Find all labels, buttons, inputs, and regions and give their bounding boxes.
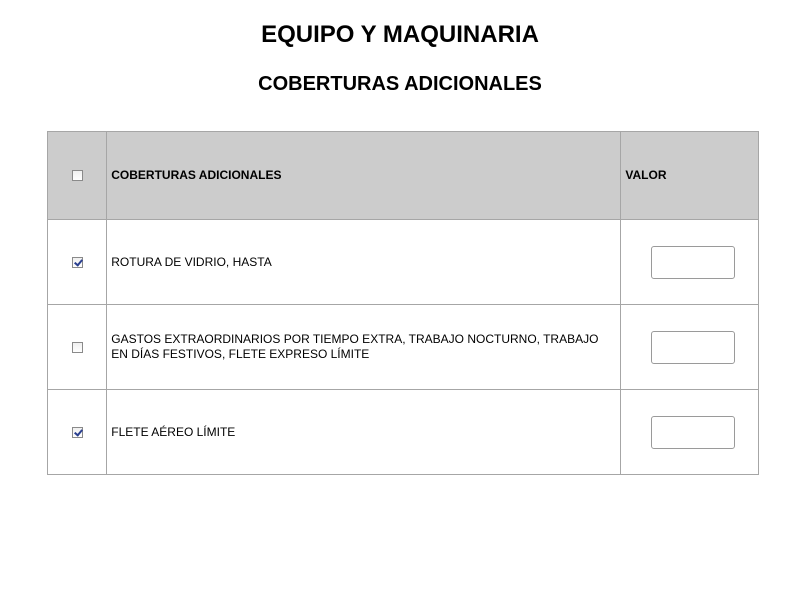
page-subtitle: COBERTURAS ADICIONALES xyxy=(258,73,542,95)
value-cell xyxy=(620,304,759,390)
page-title: EQUIPO Y MAQUINARIA xyxy=(261,21,539,48)
coverage-table: COBERTURAS ADICIONALES VALOR ROTURA DE V… xyxy=(46,131,759,475)
table-row: GASTOS EXTRAORDINARIOS POR TIEMPO EXTRA,… xyxy=(46,304,759,390)
column-header-value: VALOR xyxy=(620,131,759,220)
row-check-cell xyxy=(46,304,108,390)
table-header-row: COBERTURAS ADICIONALES VALOR xyxy=(46,131,759,220)
value-input[interactable] xyxy=(651,415,735,449)
table-row: ROTURA DE VIDRIO, HASTA xyxy=(46,219,759,305)
coverage-checkbox[interactable] xyxy=(71,341,83,353)
row-check-cell xyxy=(46,389,108,475)
coverage-checkbox[interactable] xyxy=(71,426,83,438)
page: EQUIPO Y MAQUINARIA COBERTURAS ADICIONAL… xyxy=(0,0,800,600)
value-input[interactable] xyxy=(651,245,735,279)
value-input[interactable] xyxy=(651,330,735,364)
select-all-checkbox[interactable] xyxy=(71,170,83,182)
value-cell xyxy=(620,219,759,305)
coverage-checkbox[interactable] xyxy=(71,256,83,268)
header-check-cell xyxy=(46,131,108,220)
value-cell xyxy=(620,389,759,475)
table-row: FLETE AÉREO LÍMITE xyxy=(46,389,759,475)
coverage-label: FLETE AÉREO LÍMITE xyxy=(106,389,622,475)
row-check-cell xyxy=(46,219,108,305)
coverage-label: ROTURA DE VIDRIO, HASTA xyxy=(106,219,622,305)
column-header-coverage: COBERTURAS ADICIONALES xyxy=(106,131,622,220)
coverage-label: GASTOS EXTRAORDINARIOS POR TIEMPO EXTRA,… xyxy=(106,304,622,390)
